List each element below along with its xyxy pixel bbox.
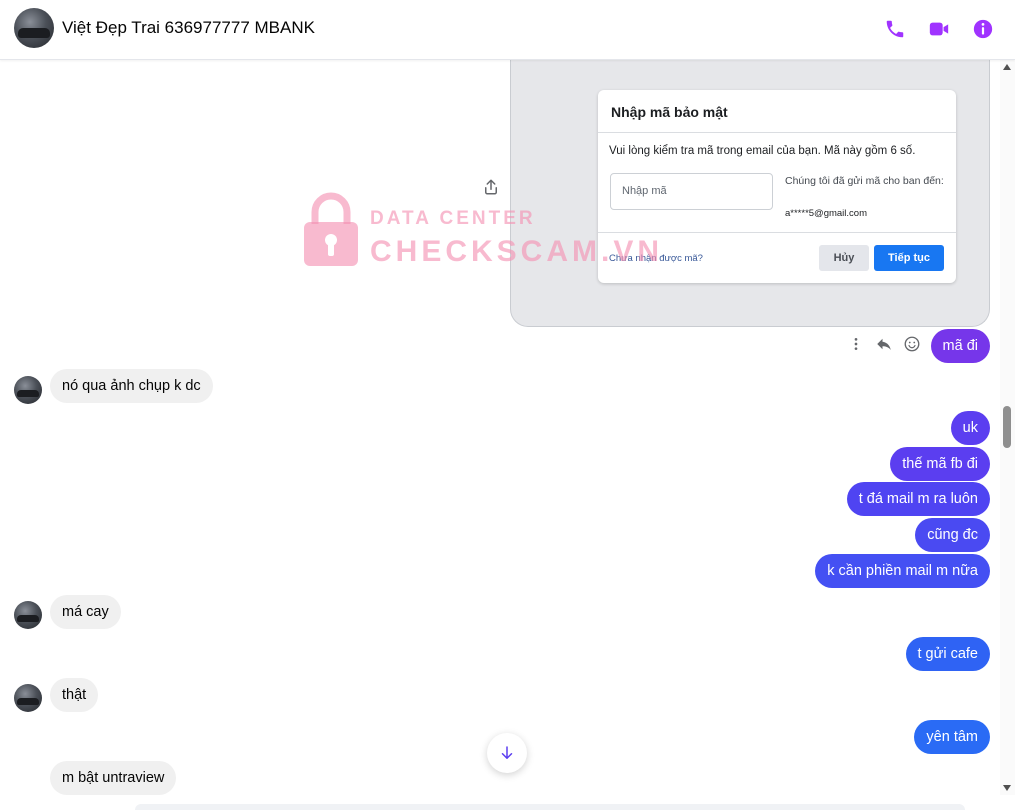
watermark-text: CHECKSCAM.VN [370, 235, 664, 268]
dialog-message: Vui lòng kiểm tra mã trong email của bạn… [609, 145, 916, 157]
watermark-text: DATA CENTER [370, 208, 536, 229]
shared-screenshot-image[interactable]: Nhập mã bảo mật Vui lòng kiểm tra mã tro… [510, 60, 990, 327]
incoming-message[interactable]: nó qua ảnh chụp k dc [50, 369, 213, 403]
outgoing-message[interactable]: t đá mail m ra luôn [846, 482, 990, 516]
outgoing-message[interactable]: uk [950, 411, 990, 445]
more-options-icon[interactable] [846, 334, 866, 354]
scroll-down-arrow-icon[interactable] [1003, 785, 1011, 791]
scroll-to-bottom-button[interactable] [487, 733, 527, 773]
outgoing-message[interactable]: t gửi cafe [905, 637, 990, 671]
video-call-icon[interactable] [926, 16, 952, 42]
contact-avatar-small[interactable] [14, 376, 42, 404]
contact-name[interactable]: Việt Đẹp Trai 636977777 MBANK [62, 18, 315, 38]
share-icon[interactable] [482, 178, 500, 196]
phone-icon[interactable] [882, 16, 908, 42]
contact-avatar-small[interactable] [14, 601, 42, 629]
dialog-divider [598, 132, 956, 133]
info-icon[interactable] [970, 16, 996, 42]
dialog-title: Nhập mã bảo mật [611, 104, 728, 120]
messenger-window: Việt Đẹp Trai 636977777 MBANK Nhập mã bả… [0, 0, 1015, 810]
outgoing-message[interactable]: yên tâm [914, 720, 990, 754]
watermark-lock-icon [302, 190, 360, 268]
incoming-message[interactable]: m bật untraview [50, 761, 177, 795]
reply-icon[interactable] [874, 334, 894, 354]
dialog-divider [598, 232, 956, 233]
code-input: Nhập mã [610, 173, 773, 210]
outgoing-message[interactable]: cũng đc [915, 518, 990, 552]
arrow-down-icon [501, 746, 513, 759]
message-list[interactable]: Nhập mã bảo mật Vui lòng kiểm tra mã tro… [0, 60, 1000, 810]
scroll-up-arrow-icon[interactable] [1003, 64, 1011, 70]
scrollbar[interactable] [1000, 60, 1015, 795]
incoming-message[interactable]: thật [50, 678, 99, 712]
continue-button: Tiếp tục [874, 245, 944, 271]
composer-bar[interactable] [135, 804, 965, 810]
contact-avatar[interactable] [14, 8, 54, 48]
conversation-header: Việt Đẹp Trai 636977777 MBANK [0, 0, 1015, 60]
incoming-message[interactable]: má cay [50, 595, 121, 629]
outgoing-message[interactable]: k cần phiền mail m nữa [815, 554, 990, 588]
outgoing-message[interactable]: thế mã fb đi [890, 447, 990, 481]
outgoing-message[interactable]: mã đi [930, 329, 990, 363]
scrollbar-thumb[interactable] [1003, 406, 1011, 448]
masked-email: a*****5@gmail.com [785, 208, 867, 219]
contact-avatar-small[interactable] [14, 684, 42, 712]
sent-to-text: Chúng tôi đã gửi mã cho ban đến: [785, 175, 944, 187]
code-input-placeholder: Nhập mã [622, 185, 667, 197]
emoji-react-icon[interactable] [902, 334, 922, 354]
cancel-button: Hủy [819, 245, 869, 271]
